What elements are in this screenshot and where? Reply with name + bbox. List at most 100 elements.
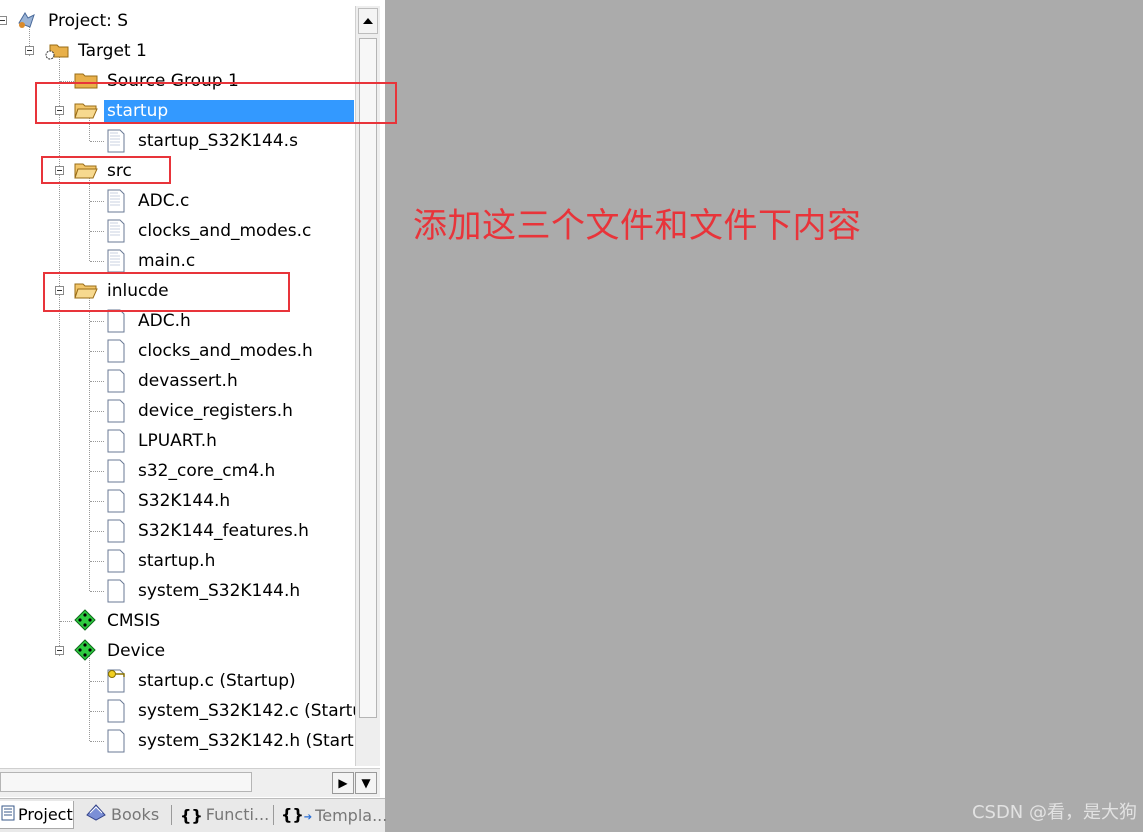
tree-line (90, 201, 104, 202)
scroll-dropdown-button[interactable]: ▼ (355, 772, 377, 794)
file-label: startup_S32K144.s (138, 131, 298, 151)
component-diamond-icon (74, 639, 96, 665)
tree-line (90, 531, 104, 532)
header-file-icon (106, 459, 126, 487)
header-file-icon (106, 729, 126, 757)
file-label: LPUART.h (138, 431, 217, 451)
watermark: CSDN @看，是大狗 (971, 802, 1137, 823)
horizontal-scroll-thumb[interactable] (0, 772, 252, 792)
tree-item-file[interactable]: clocks_and_modes.h (0, 336, 355, 366)
highlight-box-include (43, 272, 290, 312)
header-file-icon (106, 699, 126, 727)
header-file-icon (106, 579, 126, 607)
target-label: Target 1 (78, 41, 147, 61)
tab-functions[interactable]: {} Functi... (180, 801, 269, 829)
tree-item-target[interactable]: Target 1 (0, 36, 355, 66)
header-file-icon (106, 399, 126, 427)
tree-line (90, 591, 104, 592)
tree-item-file[interactable]: system_S32K144.h (0, 576, 355, 606)
file-label: ADC.h (138, 311, 191, 331)
highlight-box-startup (35, 82, 397, 124)
tree-line (90, 141, 104, 142)
tree-item-file[interactable]: clocks_and_modes.c (0, 216, 355, 246)
tab-label: Project (18, 805, 73, 824)
tab-separator (171, 805, 172, 825)
tree-item-device[interactable]: Device (0, 636, 355, 666)
highlight-box-src (41, 156, 171, 184)
file-label: S32K144.h (138, 491, 231, 511)
scroll-right-button[interactable]: ▶ (332, 772, 354, 794)
tree-item-file[interactable]: startup.h (0, 546, 355, 576)
component-label: CMSIS (107, 611, 161, 631)
file-label: clocks_and_modes.h (138, 341, 313, 361)
scroll-thumb[interactable] (359, 38, 377, 718)
tree-item-file[interactable]: devassert.h (0, 366, 355, 396)
tree-line (90, 411, 104, 412)
tree-item-file[interactable]: system_S32K142.c (Startup) (0, 696, 355, 726)
file-label: system_S32K142.c (Startup) (138, 701, 355, 721)
tree-item-file[interactable]: S32K144_features.h (0, 516, 355, 546)
tab-books[interactable]: Books (84, 801, 159, 829)
file-label: startup.c (Startup) (138, 671, 296, 691)
tree-line (90, 711, 104, 712)
tree-item-file[interactable]: LPUART.h (0, 426, 355, 456)
tree-item-file[interactable]: startup.c (Startup) (0, 666, 355, 696)
tree-line (60, 621, 72, 622)
tree-item-file[interactable]: s32_core_cm4.h (0, 456, 355, 486)
file-label: devassert.h (138, 371, 238, 391)
target-icon (44, 39, 70, 65)
tree-item-file[interactable]: S32K144.h (0, 486, 355, 516)
scroll-up-button[interactable] (358, 8, 378, 34)
header-file-icon (106, 369, 126, 397)
tree-line (90, 501, 104, 502)
project-label: Project: S (48, 11, 129, 31)
header-file-icon (106, 429, 126, 457)
header-file-icon (106, 549, 126, 577)
component-label: Device (107, 641, 166, 661)
template-icon: {}➔ (281, 805, 313, 824)
tree-item-file[interactable]: device_registers.h (0, 396, 355, 426)
tab-project[interactable]: Project (0, 801, 74, 829)
file-label: clocks_and_modes.c (138, 221, 312, 241)
books-icon (84, 801, 108, 830)
project-panel: Project: S Target 1 Source Group 1 start… (0, 0, 387, 832)
file-icon (106, 189, 126, 217)
file-icon (106, 129, 126, 157)
file-label: system_S32K144.h (138, 581, 301, 601)
tab-templates[interactable]: {}➔ Templa... (281, 801, 387, 829)
tree-line (90, 741, 104, 742)
annotation-text: 添加这三个文件和文件下内容 (413, 206, 862, 246)
panel-tabs: Project Books {} Functi... {}➔ Templa... (0, 798, 387, 832)
tree-line (90, 681, 104, 682)
tree-line (90, 231, 104, 232)
horizontal-scrollbar[interactable]: ▶ ▼ (0, 768, 380, 797)
tree-item-file[interactable]: system_S32K142.h (Startup) (0, 726, 355, 756)
tab-separator (273, 805, 274, 825)
braces-icon: {} (180, 805, 203, 825)
tree-line (90, 351, 104, 352)
component-diamond-icon (74, 609, 96, 635)
file-label: ADC.c (138, 191, 190, 211)
tree-item-cmsis[interactable]: CMSIS (0, 606, 355, 636)
collapse-toggle[interactable] (25, 46, 34, 55)
tree-line (90, 441, 104, 442)
tree-line (90, 321, 104, 322)
tree-line (90, 561, 104, 562)
file-icon (106, 219, 126, 247)
collapse-toggle[interactable] (0, 16, 7, 25)
tree-item-file[interactable]: ADC.c (0, 186, 355, 216)
tree-line (90, 471, 104, 472)
triangle-up-icon (363, 18, 373, 24)
file-label: system_S32K142.h (Startup) (138, 731, 355, 751)
tab-label: Books (111, 805, 160, 824)
header-file-icon (106, 339, 126, 367)
file-label: main.c (138, 251, 196, 271)
tree-item-project[interactable]: Project: S (0, 6, 355, 36)
header-file-icon (106, 489, 126, 517)
tab-label: Functi... (205, 805, 270, 824)
project-icon (16, 9, 38, 35)
collapse-toggle[interactable] (55, 646, 64, 655)
tree-line (90, 261, 104, 262)
key-file-icon (106, 669, 128, 697)
tree-item-file[interactable]: startup_S32K144.s (0, 126, 355, 156)
